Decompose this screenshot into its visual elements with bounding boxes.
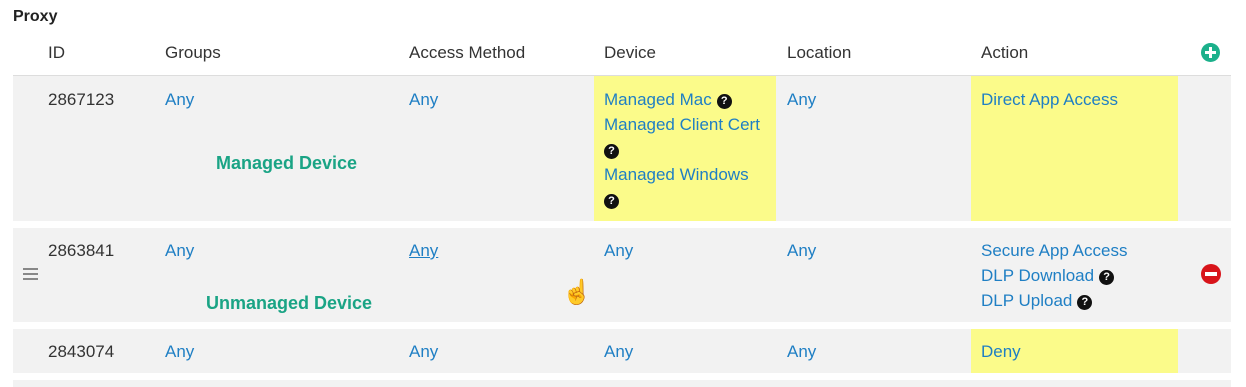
help-icon[interactable]: ? — [716, 94, 732, 109]
remove-rule-button[interactable] — [1201, 264, 1221, 284]
access-method-link[interactable]: Any — [409, 339, 438, 364]
groups-link[interactable]: Any — [165, 339, 194, 364]
device-link[interactable]: Managed Windows — [604, 165, 749, 184]
table-row — [13, 380, 1231, 387]
device-link[interactable]: Managed Client Cert — [604, 115, 760, 134]
header-action: Action — [981, 43, 1029, 62]
location-link[interactable]: Any — [787, 339, 816, 364]
header-groups: Groups — [165, 43, 221, 62]
help-icon[interactable]: ? — [1077, 295, 1093, 310]
action-link[interactable]: Direct App Access — [981, 87, 1118, 112]
row-id: 2867123 — [48, 90, 115, 109]
device-link[interactable]: Any — [604, 339, 633, 364]
row-annotation: Unmanaged Device — [206, 293, 373, 313]
row-annotation: Managed Device — [216, 153, 358, 173]
location-link[interactable]: Any — [787, 87, 816, 112]
device-list: Managed Mac? Managed Client Cert ? Manag… — [604, 87, 774, 212]
help-icon[interactable]: ? — [604, 194, 619, 209]
hand-pointer-icon: ☝ — [562, 279, 592, 306]
action-link[interactable]: DLP Download — [981, 266, 1094, 285]
section-title: Proxy — [13, 8, 58, 25]
groups-link[interactable]: Any — [165, 87, 194, 112]
action-link[interactable]: Secure App Access — [981, 241, 1127, 260]
header-location: Location — [787, 43, 852, 62]
action-list: Secure App Access DLP Download? DLP Uplo… — [981, 238, 1181, 313]
help-icon[interactable]: ? — [604, 144, 619, 159]
header-id: ID — [48, 43, 65, 62]
help-icon[interactable]: ? — [1099, 270, 1115, 285]
header-device: Device — [604, 43, 656, 62]
groups-link[interactable]: Any — [165, 238, 194, 263]
device-link[interactable]: Any — [604, 238, 633, 263]
header-access-method: Access Method — [409, 43, 526, 62]
action-link[interactable]: Deny — [981, 339, 1021, 364]
location-link[interactable]: Any — [787, 238, 816, 263]
device-link[interactable]: Managed Mac — [604, 90, 712, 109]
add-rule-button[interactable] — [1201, 43, 1220, 62]
access-method-link[interactable]: Any — [409, 238, 438, 263]
row-id: 2843074 — [48, 342, 115, 361]
access-method-link[interactable]: Any — [409, 87, 438, 112]
action-link[interactable]: DLP Upload — [981, 291, 1072, 310]
row-id: 2863841 — [48, 241, 115, 260]
drag-handle-icon[interactable] — [23, 268, 38, 283]
